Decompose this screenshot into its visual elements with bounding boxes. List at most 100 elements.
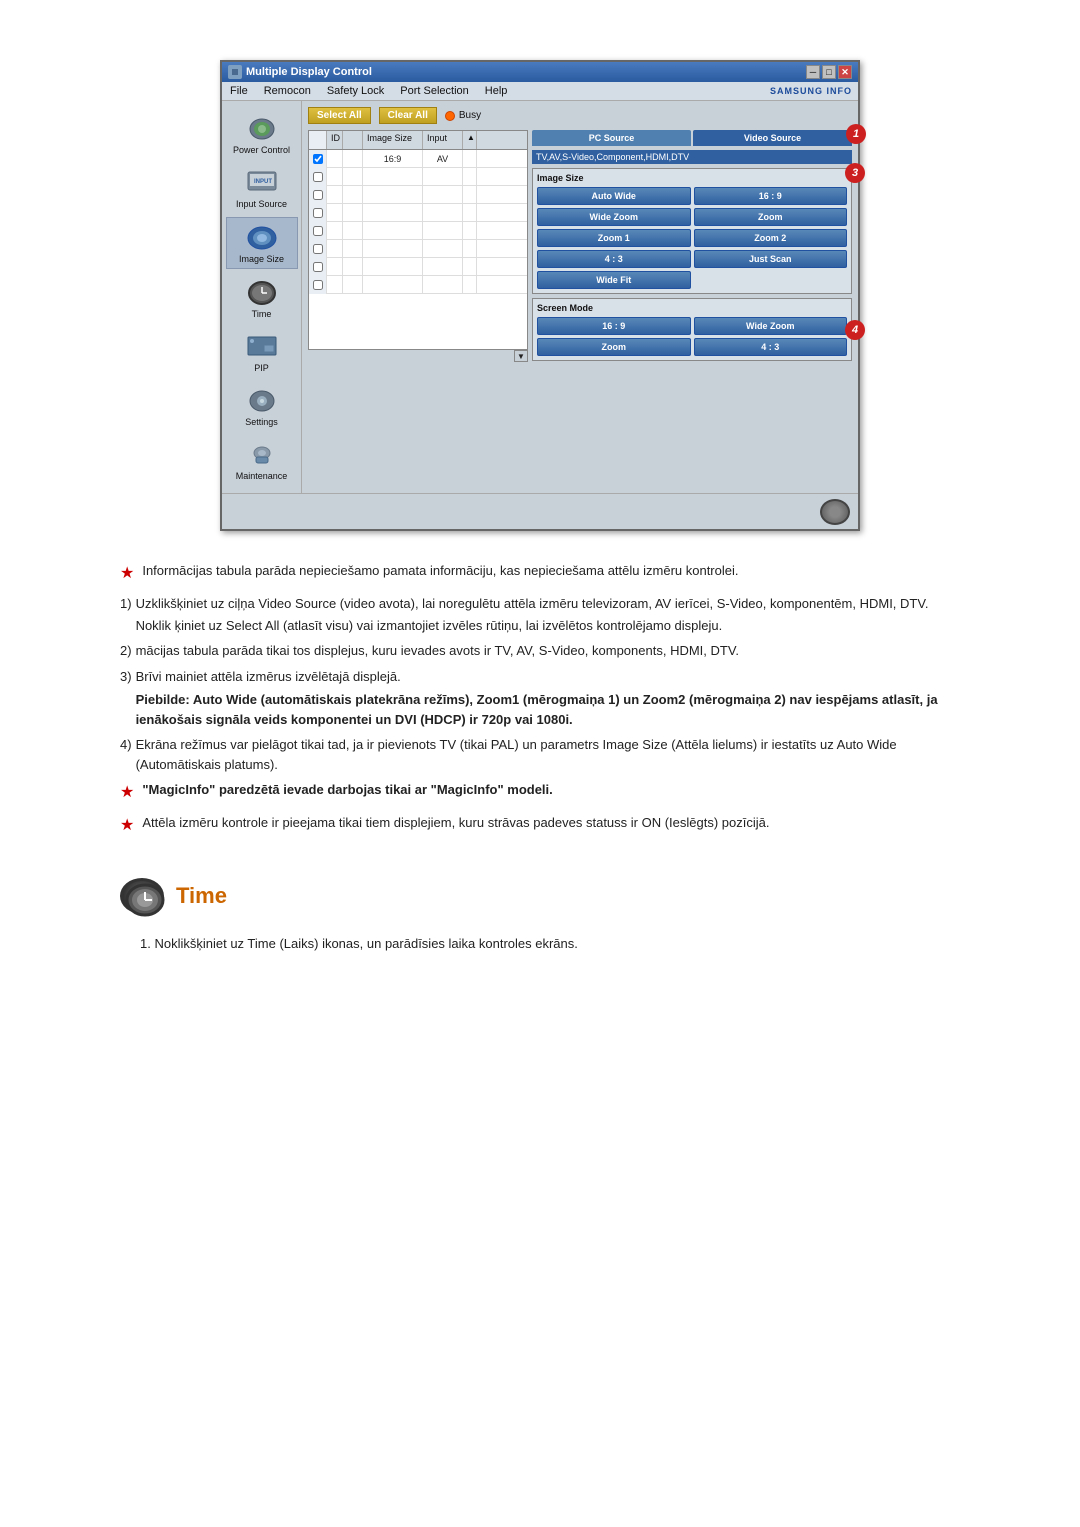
- star-note-2: ★ "MagicInfo" paredzētā ievade darbojas …: [120, 780, 960, 805]
- software-window: 2 Multiple Display Control ─ □ ✕: [220, 60, 860, 531]
- star-note-2-text: "MagicInfo" paredzētā ievade darbojas ti…: [142, 780, 552, 805]
- content-area: ID Image Size Input ▲: [308, 130, 852, 487]
- clear-all-button[interactable]: Clear All: [379, 107, 437, 124]
- cell-name: [343, 150, 363, 167]
- close-button[interactable]: ✕: [838, 65, 852, 79]
- window-footer: [222, 493, 858, 529]
- sidebar: Power Control INPUT Input Source: [222, 101, 302, 493]
- cell-check[interactable]: [309, 258, 327, 276]
- 16-9-button[interactable]: 16 : 9: [694, 187, 848, 205]
- num-label-4: 4): [120, 735, 132, 774]
- cell-input: [423, 258, 463, 275]
- screen-4-3-button[interactable]: 4 : 3: [694, 338, 848, 356]
- cell-check[interactable]: [309, 186, 327, 204]
- star-symbol-3: ★: [120, 814, 134, 838]
- header-scroll: ▲: [463, 131, 477, 149]
- zoom-button[interactable]: Zoom: [694, 208, 848, 226]
- cell-id: [327, 204, 343, 221]
- main-content: Select All Clear All Busy: [302, 101, 858, 493]
- badge-1: 1: [846, 124, 866, 144]
- star-note-3-text: Attēla izmēru kontrole ir pieejama tikai…: [142, 813, 769, 838]
- header-imgsize: Image Size: [363, 131, 423, 149]
- footer-button[interactable]: [820, 499, 850, 525]
- row-checkbox[interactable]: [313, 190, 323, 200]
- zoom1-button[interactable]: Zoom 1: [537, 229, 691, 247]
- app-icon: [228, 65, 242, 79]
- header-input: Input: [423, 131, 463, 149]
- menu-file[interactable]: File: [228, 84, 250, 98]
- row-checkbox[interactable]: [313, 262, 323, 272]
- cell-input: [423, 186, 463, 203]
- row-checkbox[interactable]: [313, 208, 323, 218]
- row-checkbox[interactable]: [313, 280, 323, 290]
- cell-imgsize: 16:9: [363, 150, 423, 167]
- cell-scroll: [463, 276, 477, 293]
- sidebar-item-power[interactable]: Power Control: [226, 109, 298, 159]
- screen-16-9-button[interactable]: 16 : 9: [537, 317, 691, 335]
- sidebar-item-time[interactable]: Time: [226, 273, 298, 323]
- menu-remocon[interactable]: Remocon: [262, 84, 313, 98]
- cell-check[interactable]: [309, 276, 327, 294]
- titlebar-controls: ─ □ ✕: [806, 65, 852, 79]
- video-source-tab[interactable]: Video Source: [693, 130, 852, 146]
- table-row: [309, 204, 527, 222]
- sidebar-item-maintenance[interactable]: Maintenance: [226, 435, 298, 485]
- busy-indicator: Busy: [445, 110, 481, 121]
- restore-button[interactable]: □: [822, 65, 836, 79]
- sidebar-label-settings: Settings: [245, 417, 278, 427]
- sidebar-label-input: Input Source: [236, 199, 287, 209]
- sidebar-label-power: Power Control: [233, 145, 290, 155]
- 4-3-button[interactable]: 4 : 3: [537, 250, 691, 268]
- num-content-1: Uzklikšķiniet uz ciļņa Video Source (vid…: [136, 594, 960, 635]
- cell-check[interactable]: [309, 222, 327, 240]
- auto-wide-button[interactable]: Auto Wide: [537, 187, 691, 205]
- screen-zoom-button[interactable]: Zoom: [537, 338, 691, 356]
- select-all-button[interactable]: Select All: [308, 107, 371, 124]
- star-note-3: ★ Attēla izmēru kontrole ir pieejama tik…: [120, 813, 960, 838]
- row-checkbox[interactable]: [313, 172, 323, 182]
- row-checkbox[interactable]: [313, 226, 323, 236]
- busy-label: Busy: [459, 110, 481, 121]
- num-label-2: 2): [120, 641, 132, 661]
- menu-portselection[interactable]: Port Selection: [398, 84, 470, 98]
- cell-name: [343, 186, 363, 203]
- cell-input: [423, 168, 463, 185]
- cell-check[interactable]: [309, 204, 327, 222]
- wide-zoom-button[interactable]: Wide Zoom: [537, 208, 691, 226]
- sidebar-item-input[interactable]: INPUT Input Source: [226, 163, 298, 213]
- cell-check[interactable]: [309, 150, 327, 168]
- cell-input: [423, 240, 463, 257]
- empty-cell: [694, 271, 848, 289]
- pc-source-tab[interactable]: PC Source: [532, 130, 691, 146]
- row-checkbox[interactable]: [313, 154, 323, 164]
- cell-check[interactable]: [309, 240, 327, 258]
- minimize-button[interactable]: ─: [806, 65, 820, 79]
- num-1-main: Uzklikšķiniet uz ciļņa Video Source (vid…: [136, 594, 960, 614]
- wide-fit-button[interactable]: Wide Fit: [537, 271, 691, 289]
- screen-mode-section: 4 Screen Mode 16 : 9 Wide Zoom Zoom 4 : …: [532, 298, 852, 361]
- num-content-4: Ekrāna režīmus var pielāgot tikai tad, j…: [136, 735, 960, 774]
- zoom2-button[interactable]: Zoom 2: [694, 229, 848, 247]
- time-section-title: Time: [176, 883, 227, 909]
- table-row: [309, 168, 527, 186]
- row-checkbox[interactable]: [313, 244, 323, 254]
- menu-safetylock[interactable]: Safety Lock: [325, 84, 386, 98]
- cell-scroll: [463, 150, 477, 167]
- table-header: ID Image Size Input ▲: [309, 131, 527, 150]
- badge-3: 3: [845, 163, 865, 183]
- scroll-down-arrow[interactable]: ▼: [514, 350, 528, 362]
- sidebar-item-imagesize[interactable]: Image Size: [226, 217, 298, 269]
- menu-help[interactable]: Help: [483, 84, 510, 98]
- titlebar-left: Multiple Display Control: [228, 65, 372, 79]
- just-scan-button[interactable]: Just Scan: [694, 250, 848, 268]
- window-body: Power Control INPUT Input Source: [222, 101, 858, 493]
- cell-scroll: [463, 186, 477, 203]
- cell-scroll: [463, 204, 477, 221]
- screen-wide-zoom-button[interactable]: Wide Zoom: [694, 317, 848, 335]
- sidebar-item-settings[interactable]: Settings: [226, 381, 298, 431]
- sidebar-item-pip[interactable]: PIP: [226, 327, 298, 377]
- time-section: Time: [120, 878, 960, 914]
- cell-imgsize: [363, 276, 423, 293]
- cell-scroll: [463, 258, 477, 275]
- cell-check[interactable]: [309, 168, 327, 186]
